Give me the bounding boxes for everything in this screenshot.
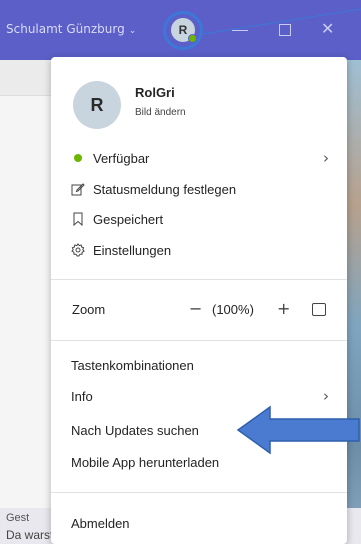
- set-status-message-item[interactable]: Statusmeldung festlegen: [51, 176, 347, 202]
- menu-divider: [51, 340, 347, 341]
- menu-divider: [51, 492, 347, 493]
- left-pane-header: [0, 60, 52, 96]
- bookmark-icon: [71, 212, 85, 226]
- menu-item-label: Abmelden: [71, 515, 130, 531]
- zoom-out-button[interactable]: −: [189, 299, 202, 318]
- annotation-arrow: [236, 405, 360, 455]
- settings-item[interactable]: Einstellungen: [51, 237, 347, 263]
- org-name: Schulamt Günzburg: [6, 22, 125, 36]
- chevron-right-icon: ›: [323, 149, 329, 167]
- menu-item-label: Mobile App herunterladen: [71, 454, 220, 470]
- sign-out-item[interactable]: Abmelden: [51, 510, 347, 536]
- org-switcher[interactable]: Schulamt Günzburg ⌄: [6, 22, 136, 36]
- menu-item-label: Verfügbar: [93, 150, 150, 166]
- menu-item-label: Statusmeldung festlegen: [93, 181, 237, 197]
- keyboard-shortcuts-item[interactable]: Tastenkombinationen: [51, 352, 347, 378]
- avatar-initial: R: [90, 94, 104, 115]
- fullscreen-icon[interactable]: [312, 303, 326, 316]
- close-icon: ✕: [321, 19, 335, 38]
- available-status-icon: [74, 154, 82, 162]
- maximize-button[interactable]: [279, 24, 291, 36]
- zoom-row: Zoom − (100%) +: [51, 295, 347, 325]
- zoom-label: Zoom: [72, 302, 106, 317]
- chevron-right-icon: ›: [323, 387, 329, 405]
- edit-icon: [71, 182, 85, 196]
- change-picture-link[interactable]: Bild ändern: [135, 107, 186, 118]
- gear-icon: [71, 243, 85, 257]
- menu-item-label: Info: [71, 388, 93, 404]
- profile-menu: R RolGri Bild ändern Verfügbar › Statusm…: [51, 57, 347, 544]
- menu-item-label: Einstellungen: [93, 242, 172, 258]
- left-pane: [0, 60, 52, 544]
- profile-avatar[interactable]: R: [73, 81, 121, 129]
- close-button[interactable]: ✕: [321, 19, 334, 38]
- annotation-circle: [163, 11, 203, 50]
- zoom-value: (100%): [212, 302, 254, 317]
- user-name: RolGri: [135, 85, 175, 100]
- saved-item[interactable]: Gespeichert: [51, 206, 347, 232]
- menu-item-label: Gespeichert: [93, 211, 164, 227]
- menu-divider: [51, 279, 347, 280]
- status-available-item[interactable]: Verfügbar ›: [51, 145, 347, 171]
- background-card-title: Gest: [6, 512, 30, 524]
- menu-item-label: Tastenkombinationen: [71, 357, 194, 373]
- zoom-in-button[interactable]: +: [277, 299, 290, 318]
- menu-item-label: Nach Updates suchen: [71, 422, 199, 438]
- title-bar: Schulamt Günzburg ⌄ R ✕: [0, 0, 361, 60]
- chevron-down-icon: ⌄: [128, 26, 137, 36]
- minimize-button[interactable]: [232, 30, 248, 31]
